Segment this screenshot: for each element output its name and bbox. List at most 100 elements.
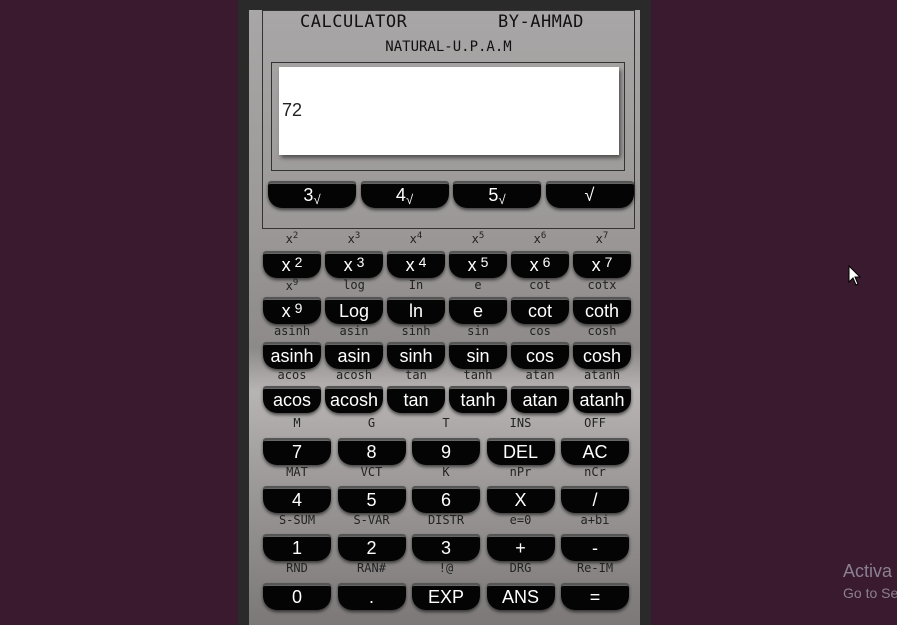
- key-secondary-label: RND: [286, 561, 308, 575]
- key-secondary-label: atanh: [583, 368, 621, 382]
- key-secondary-label: x6: [533, 231, 547, 246]
- key-x3[interactable]: x3: [325, 251, 383, 278]
- key-asin-1[interactable]: asin: [325, 342, 383, 369]
- key-secondary-label: Re-IM: [576, 561, 614, 575]
- key-root-4[interactable]: 4 √: [360, 181, 449, 208]
- key-cot-4[interactable]: cot: [511, 297, 569, 324]
- key-secondary-label: atan: [525, 368, 555, 382]
- key-x2[interactable]: x2: [263, 251, 321, 278]
- key-coth-5[interactable]: coth: [573, 297, 631, 324]
- key-2-1[interactable]: 2: [337, 534, 406, 561]
- key-secondary-label: K: [442, 465, 450, 479]
- key-sym-4[interactable]: /: [561, 486, 629, 513]
- key-exp-2[interactable]: EXP: [412, 583, 480, 610]
- key-x7[interactable]: x7: [573, 251, 631, 278]
- key-root-3[interactable]: 3 √: [268, 181, 356, 208]
- key-x5[interactable]: x5: [449, 251, 507, 278]
- key-secondary-label: asinh: [273, 324, 311, 338]
- key-secondary-label: x3: [347, 231, 361, 246]
- key-secondary-label: e=0: [509, 513, 532, 527]
- key-acosh-1[interactable]: acosh: [325, 386, 383, 413]
- key-x-3[interactable]: X: [486, 486, 555, 513]
- key-sinh-2[interactable]: sinh: [387, 342, 445, 369]
- key-cosh-5[interactable]: cosh: [573, 342, 631, 369]
- key-sin-3[interactable]: sin: [449, 342, 507, 369]
- key-secondary-label: asin: [339, 324, 369, 338]
- key-secondary-label: T: [442, 416, 450, 430]
- key-7-0[interactable]: 7: [263, 438, 331, 465]
- key-secondary-label: MAT: [286, 465, 308, 479]
- key-root-5[interactable]: 5 √: [453, 181, 541, 208]
- key-ac-4[interactable]: AC: [561, 438, 629, 465]
- key-secondary-label: M: [293, 416, 301, 430]
- key-x9[interactable]: x9: [263, 297, 321, 324]
- key-root-square[interactable]: √: [545, 181, 634, 208]
- model-subtitle: NATURAL-U.P.A.M: [385, 39, 512, 55]
- key-secondary-label: acos: [277, 368, 307, 382]
- key-tanh-3[interactable]: tanh: [449, 386, 507, 413]
- key-e-3[interactable]: e: [449, 297, 507, 324]
- key-secondary-label: acosh: [335, 368, 373, 382]
- key-secondary-label: nPr: [509, 465, 532, 479]
- key-secondary-label: sin: [467, 324, 489, 338]
- key-4-0[interactable]: 4: [263, 486, 331, 513]
- key-secondary-label: OFF: [584, 416, 606, 430]
- key-1-0[interactable]: 1: [263, 534, 331, 561]
- key-secondary-label: DISTR: [427, 513, 465, 527]
- key-secondary-label: x9: [285, 278, 299, 293]
- activation-watermark-hint: Go to Se: [843, 585, 897, 601]
- key-8-1[interactable]: 8: [337, 438, 406, 465]
- key-x6[interactable]: x6: [511, 251, 569, 278]
- key-secondary-label: sinh: [401, 324, 431, 338]
- key-secondary-label: INS: [509, 416, 532, 430]
- key-secondary-label: x2: [285, 231, 299, 246]
- key-secondary-label: S-SUM: [278, 513, 316, 527]
- key-secondary-label: cos: [529, 324, 551, 338]
- key-del-3[interactable]: DEL: [486, 438, 555, 465]
- display-value: 72: [282, 100, 303, 120]
- key-secondary-label: cosh: [587, 324, 617, 338]
- key-secondary-label: VCT: [360, 465, 383, 479]
- key-secondary-label: DRG: [509, 561, 532, 575]
- key-secondary-label: tan: [405, 368, 427, 382]
- key-atan-4[interactable]: atan: [511, 386, 569, 413]
- key-atanh-5[interactable]: atanh: [573, 386, 631, 413]
- key-6-2[interactable]: 6: [412, 486, 480, 513]
- key-secondary-label: log: [343, 278, 365, 292]
- key-secondary-label: !@: [438, 561, 454, 575]
- activation-watermark-title: Activa: [843, 561, 893, 581]
- key-secondary-label: x5: [471, 231, 485, 246]
- key-sym-3[interactable]: +: [486, 534, 555, 561]
- key-secondary-label: RAN#: [357, 561, 386, 575]
- key-secondary-label: S-VAR: [353, 513, 390, 527]
- key-secondary-label: cot: [529, 278, 551, 292]
- display-screen: [279, 67, 619, 155]
- key-secondary-label: cotx: [587, 278, 617, 292]
- key-secondary-label: In: [408, 278, 424, 292]
- key-secondary-label: e: [474, 278, 482, 292]
- key-asinh-0[interactable]: asinh: [263, 342, 321, 369]
- key-x4[interactable]: x4: [387, 251, 445, 278]
- key-cos-4[interactable]: cos: [511, 342, 569, 369]
- key-ln-2[interactable]: ln: [387, 297, 445, 324]
- key-secondary-label: G: [367, 416, 376, 430]
- key-9-2[interactable]: 9: [412, 438, 480, 465]
- author-label: BY-AHMAD: [498, 12, 584, 32]
- key-log-1[interactable]: Log: [325, 297, 383, 324]
- key-secondary-label: tanh: [463, 368, 493, 382]
- key-5-1[interactable]: 5: [337, 486, 406, 513]
- key-secondary-label: x7: [595, 231, 609, 246]
- key-acos-0[interactable]: acos: [263, 386, 321, 413]
- key-secondary-label: a+bi: [580, 513, 610, 527]
- key-ans-3[interactable]: ANS: [486, 583, 555, 610]
- key-sym-4[interactable]: =: [561, 583, 629, 610]
- key-tan-2[interactable]: tan: [387, 386, 445, 413]
- key-3-2[interactable]: 3: [412, 534, 480, 561]
- key-0-0[interactable]: 0: [263, 583, 331, 610]
- key-secondary-label: x4: [409, 231, 423, 246]
- calculator-title: CALCULATOR: [300, 12, 408, 32]
- mouse-pointer-icon: [848, 265, 862, 286]
- key-sym-4[interactable]: -: [561, 534, 629, 561]
- key-sym-1[interactable]: .: [337, 583, 406, 610]
- key-secondary-label: nCr: [584, 465, 606, 479]
